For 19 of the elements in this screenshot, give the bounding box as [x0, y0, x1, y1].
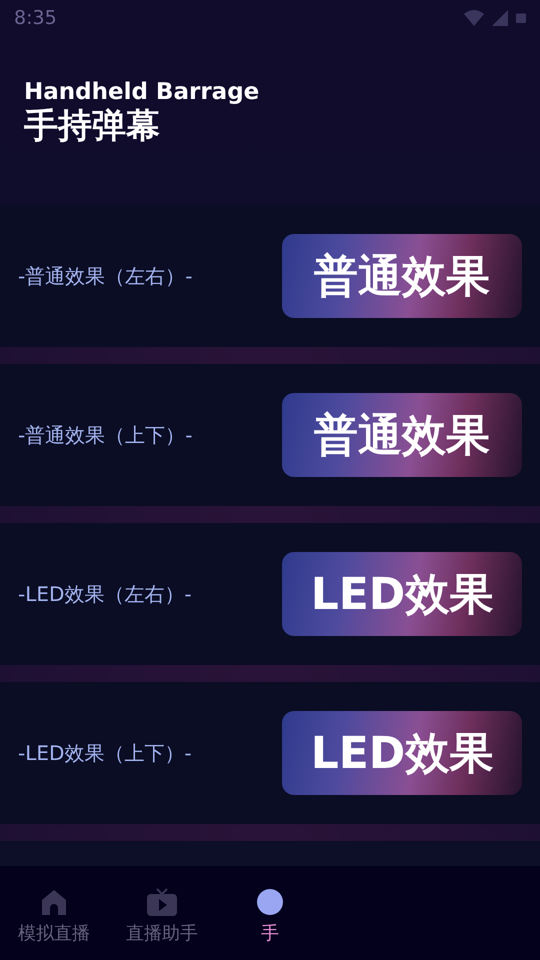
effect-label: -普通效果（上下）-	[18, 422, 192, 448]
header-title: 手持弹幕	[24, 106, 161, 146]
effect-button[interactable]: 普通效果	[282, 234, 522, 318]
signal-icon	[490, 8, 510, 28]
header-subtitle: Handheld Barrage	[24, 78, 260, 106]
nav-tab[interactable]: 手	[216, 866, 324, 960]
wifi-icon	[464, 8, 484, 28]
effect-label: -LED效果（上下）-	[18, 740, 192, 766]
nav-tab[interactable]: 直播助手	[108, 866, 216, 960]
tv-play-icon	[147, 887, 177, 917]
circle-icon	[255, 887, 285, 917]
effect-button[interactable]: LED效果	[282, 552, 522, 636]
nav-tab[interactable]: 模拟直播	[0, 866, 108, 960]
status-time: 8:35	[14, 7, 57, 29]
effect-label: -LED效果（左右）-	[18, 580, 192, 608]
effect-button[interactable]: LED效果	[282, 711, 522, 795]
effect-label: -普通效果（左右）-	[18, 262, 192, 290]
effect-button[interactable]: 普通效果	[282, 393, 522, 477]
home-icon	[39, 887, 69, 917]
